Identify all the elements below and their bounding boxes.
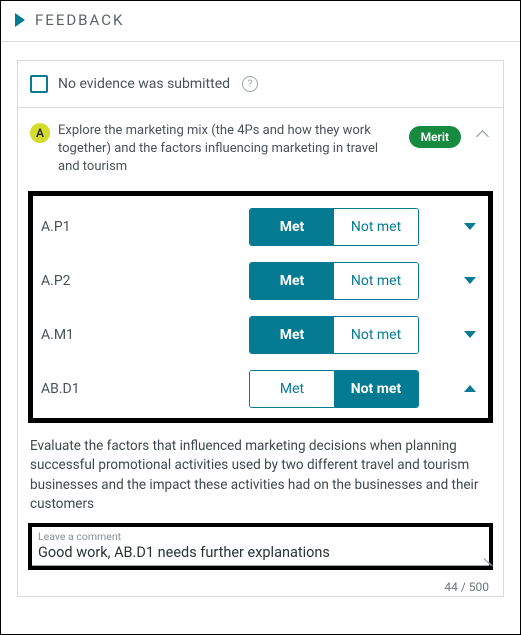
resize-handle-icon[interactable] xyxy=(481,557,491,567)
not-met-option[interactable]: Not met xyxy=(334,263,418,299)
expand-row-button[interactable] xyxy=(419,331,482,338)
expand-row-button[interactable] xyxy=(419,385,482,392)
comment-input[interactable]: Leave a comment Good work, AB.D1 needs f… xyxy=(32,527,489,566)
comment-placeholder: Leave a comment xyxy=(38,530,483,543)
no-evidence-row: No evidence was submitted ? xyxy=(17,60,504,108)
merit-badge: Merit xyxy=(409,126,461,148)
criterion-code: AB.D1 xyxy=(39,381,249,397)
expand-row-button[interactable] xyxy=(419,223,482,230)
not-met-option[interactable]: Not met xyxy=(334,209,418,245)
help-icon[interactable]: ? xyxy=(242,76,258,92)
met-option[interactable]: Met xyxy=(250,263,334,299)
criterion-code: A.M1 xyxy=(39,327,249,343)
criterion-description: Evaluate the factors that influenced mar… xyxy=(30,433,491,523)
chevron-up-icon xyxy=(475,126,491,142)
criterion-header[interactable]: A Explore the marketing mix (the 4Ps and… xyxy=(30,122,491,177)
criterion-row: A.P1MetNot met xyxy=(39,200,482,254)
feedback-content: No evidence was submitted ? A Explore th… xyxy=(1,42,520,601)
feedback-header[interactable]: FEEDBACK xyxy=(1,1,520,42)
met-option[interactable]: Met xyxy=(250,209,334,245)
criterion-row: A.M1MetNot met xyxy=(39,308,482,362)
criterion-block: A Explore the marketing mix (the 4Ps and… xyxy=(17,108,504,597)
no-evidence-checkbox[interactable] xyxy=(30,75,48,93)
expand-row-button[interactable] xyxy=(419,277,482,284)
criterion-text: Explore the marketing mix (the 4Ps and h… xyxy=(58,122,401,177)
comment-value: Good work, AB.D1 needs further explanati… xyxy=(38,543,483,561)
criterion-letter-badge: A xyxy=(30,123,50,143)
met-toggle[interactable]: MetNot met xyxy=(249,262,419,300)
not-met-option[interactable]: Not met xyxy=(334,371,418,407)
comment-counter: 44 / 500 xyxy=(30,574,491,596)
not-met-option[interactable]: Not met xyxy=(334,317,418,353)
criteria-rows-highlight: A.P1MetNot metA.P2MetNot metA.M1MetNot m… xyxy=(28,191,493,423)
caret-down-icon xyxy=(464,277,476,284)
caret-up-icon xyxy=(464,385,476,392)
expand-toggle-icon xyxy=(15,13,25,27)
feedback-title: FEEDBACK xyxy=(35,11,124,29)
no-evidence-label: No evidence was submitted xyxy=(58,76,230,92)
met-toggle[interactable]: MetNot met xyxy=(249,316,419,354)
caret-down-icon xyxy=(464,331,476,338)
criterion-code: A.P2 xyxy=(39,273,249,289)
criterion-row: AB.D1MetNot met xyxy=(39,362,482,416)
met-toggle[interactable]: MetNot met xyxy=(249,208,419,246)
met-option[interactable]: Met xyxy=(250,317,334,353)
met-option[interactable]: Met xyxy=(250,371,334,407)
met-toggle[interactable]: MetNot met xyxy=(249,370,419,408)
comment-highlight: Leave a comment Good work, AB.D1 needs f… xyxy=(28,523,493,570)
caret-down-icon xyxy=(464,223,476,230)
criterion-code: A.P1 xyxy=(39,219,249,235)
criterion-row: A.P2MetNot met xyxy=(39,254,482,308)
